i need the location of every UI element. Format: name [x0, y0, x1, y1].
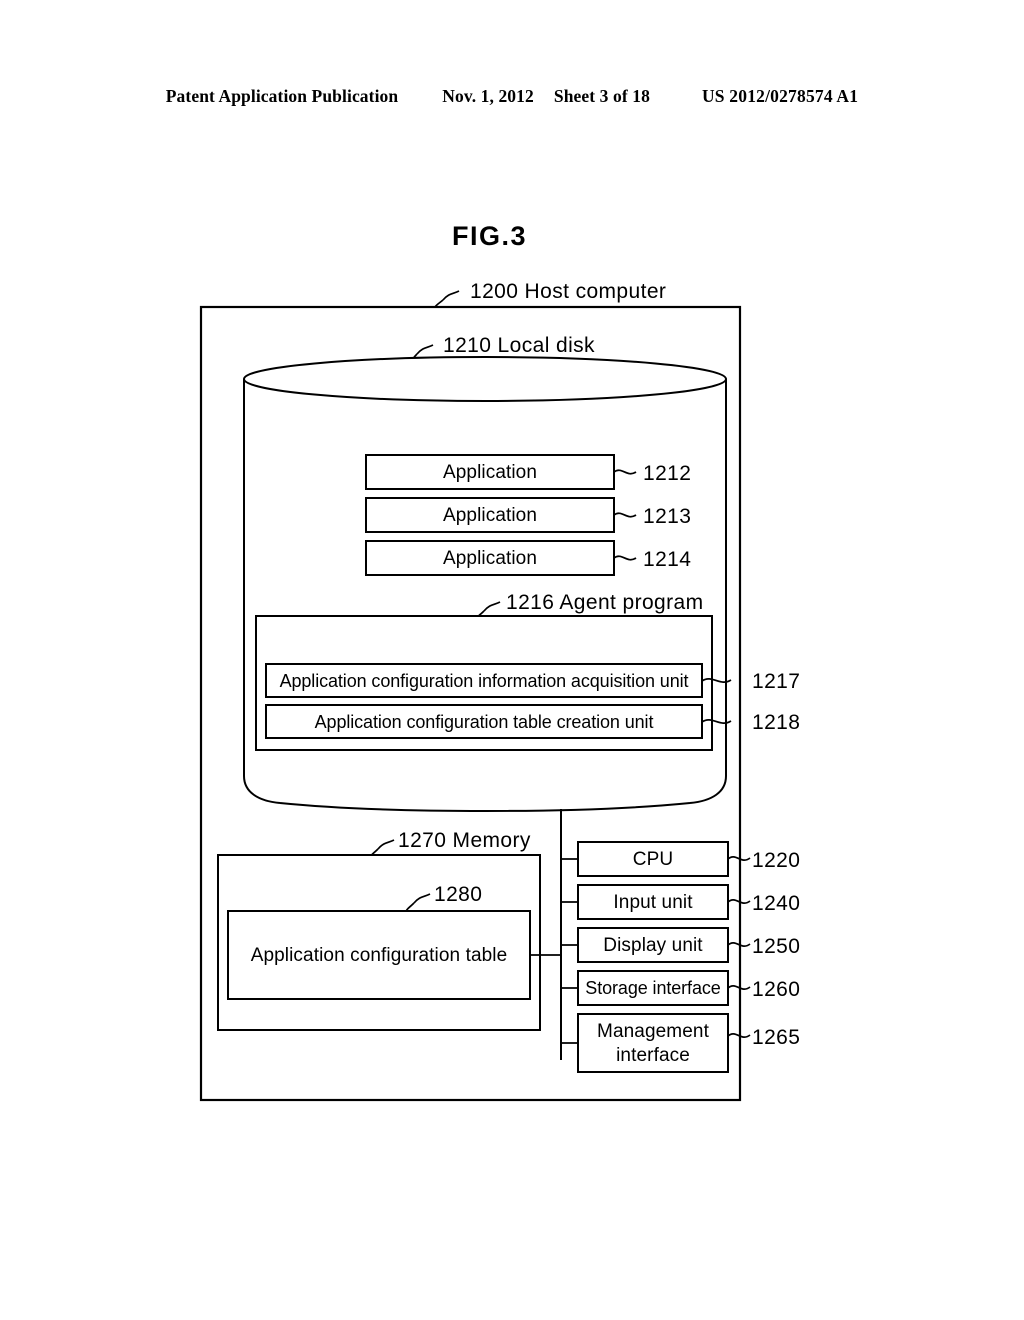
display-unit-label: Display unit [603, 935, 703, 956]
local-disk-ref-label: 1210 Local disk [443, 334, 595, 357]
input-unit-label: Input unit [613, 892, 693, 913]
app-config-table-label: Application configuration table [251, 945, 508, 966]
management-interface-label-line1: Management [597, 1021, 710, 1042]
agent-unit-1218-label: Application configuration table creation… [315, 712, 654, 732]
host-computer-squiggle [442, 290, 460, 301]
management-interface-ref: 1265 [752, 1026, 800, 1049]
figure-title: FIG.3 [452, 221, 527, 251]
cylinder-top-ellipse [243, 356, 727, 402]
memory-ref-label: 1270 Memory [398, 829, 531, 852]
host-computer-ref-label: 1200 Host computer [470, 280, 666, 303]
figure-3-diagram: FIG.3 1200 Host computer 1210 Local disk… [199, 221, 800, 1102]
application-1212-ref: 1212 [643, 462, 691, 485]
app-config-table-ref-label: 1280 [434, 883, 482, 906]
application-box-1214-label: Application [443, 548, 537, 569]
input-unit-ref: 1240 [752, 892, 800, 915]
agent-unit-1218-ref: 1218 [752, 711, 800, 734]
management-interface-label-line2: interface [616, 1045, 690, 1066]
application-box-1212-label: Application [443, 462, 537, 483]
application-1214-ref: 1214 [643, 548, 691, 571]
agent-program-ref-label: 1216 Agent program [506, 591, 704, 614]
storage-interface-ref: 1260 [752, 978, 800, 1001]
storage-interface-label: Storage interface [585, 978, 720, 998]
display-unit-ref: 1250 [752, 935, 800, 958]
cpu-ref: 1220 [752, 849, 800, 872]
application-box-1213-label: Application [443, 505, 537, 526]
agent-unit-1217-ref: 1217 [752, 670, 800, 693]
application-1213-ref: 1213 [643, 505, 691, 528]
cpu-label: CPU [633, 849, 673, 870]
agent-unit-1217-label: Application configuration information ac… [280, 671, 689, 691]
